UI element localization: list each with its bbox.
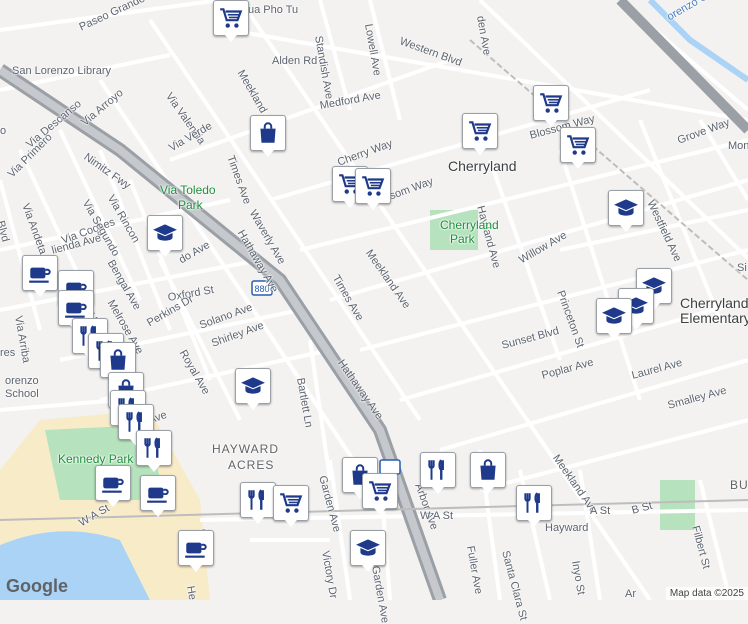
school-icon <box>152 220 178 246</box>
cafe-icon <box>27 260 53 286</box>
map-pin-grocery[interactable] <box>213 0 249 42</box>
map-pin-school[interactable] <box>596 298 632 340</box>
map-attribution[interactable]: Map data ©2025 <box>665 587 748 600</box>
shopping-bag-icon <box>105 347 131 373</box>
map-pin-grocery[interactable] <box>273 485 309 527</box>
map-pin-school[interactable] <box>235 368 271 410</box>
grocery-icon <box>278 490 304 516</box>
map-pin-restaurant[interactable] <box>420 452 456 494</box>
map-pin-cafe[interactable] <box>22 255 58 297</box>
map-pin-grocery[interactable] <box>355 168 391 210</box>
school-icon <box>613 195 639 221</box>
shopping-bag-icon <box>475 457 501 483</box>
map-pin-cafe[interactable] <box>95 465 131 507</box>
grocery-icon <box>467 118 493 144</box>
map-canvas[interactable]: 880 Paseo Grande ua Pho Tu San Lorenzo Lib… <box>0 0 748 624</box>
park-area-se <box>660 480 695 530</box>
map-pin-grocery[interactable] <box>362 473 398 515</box>
map-pin-cafe[interactable] <box>178 530 214 572</box>
map-pin-grocery[interactable] <box>560 127 596 169</box>
map-pin-restaurant[interactable] <box>516 485 552 527</box>
map-pin-cafe[interactable] <box>140 475 176 517</box>
map-pin-restaurant[interactable] <box>136 430 172 472</box>
map-pin-school[interactable] <box>350 530 386 572</box>
map-pin-restaurant[interactable] <box>240 482 276 524</box>
cafe-icon <box>183 535 209 561</box>
school-icon <box>240 373 266 399</box>
map-pin-school[interactable] <box>147 215 183 257</box>
restaurant-icon <box>425 457 451 483</box>
map-pin-shopping-bag[interactable] <box>470 452 506 494</box>
grocery-icon <box>538 90 564 116</box>
grocery-icon <box>218 5 244 31</box>
grocery-icon <box>360 173 386 199</box>
restaurant-icon <box>141 435 167 461</box>
map-pin-shopping-bag[interactable] <box>250 115 286 157</box>
map-pin-school[interactable] <box>608 190 644 232</box>
shopping-bag-icon <box>255 120 281 146</box>
school-icon <box>355 535 381 561</box>
google-logo: Google <box>6 576 68 596</box>
cafe-icon <box>100 470 126 496</box>
cafe-icon <box>145 480 171 506</box>
map-pin-grocery[interactable] <box>533 85 569 127</box>
grocery-icon <box>565 132 591 158</box>
restaurant-icon <box>245 487 271 513</box>
shield-880-label: 880 <box>254 284 269 294</box>
school-icon <box>601 303 627 329</box>
map-pin-grocery[interactable] <box>462 113 498 155</box>
grocery-icon <box>367 478 393 504</box>
restaurant-icon <box>521 490 547 516</box>
